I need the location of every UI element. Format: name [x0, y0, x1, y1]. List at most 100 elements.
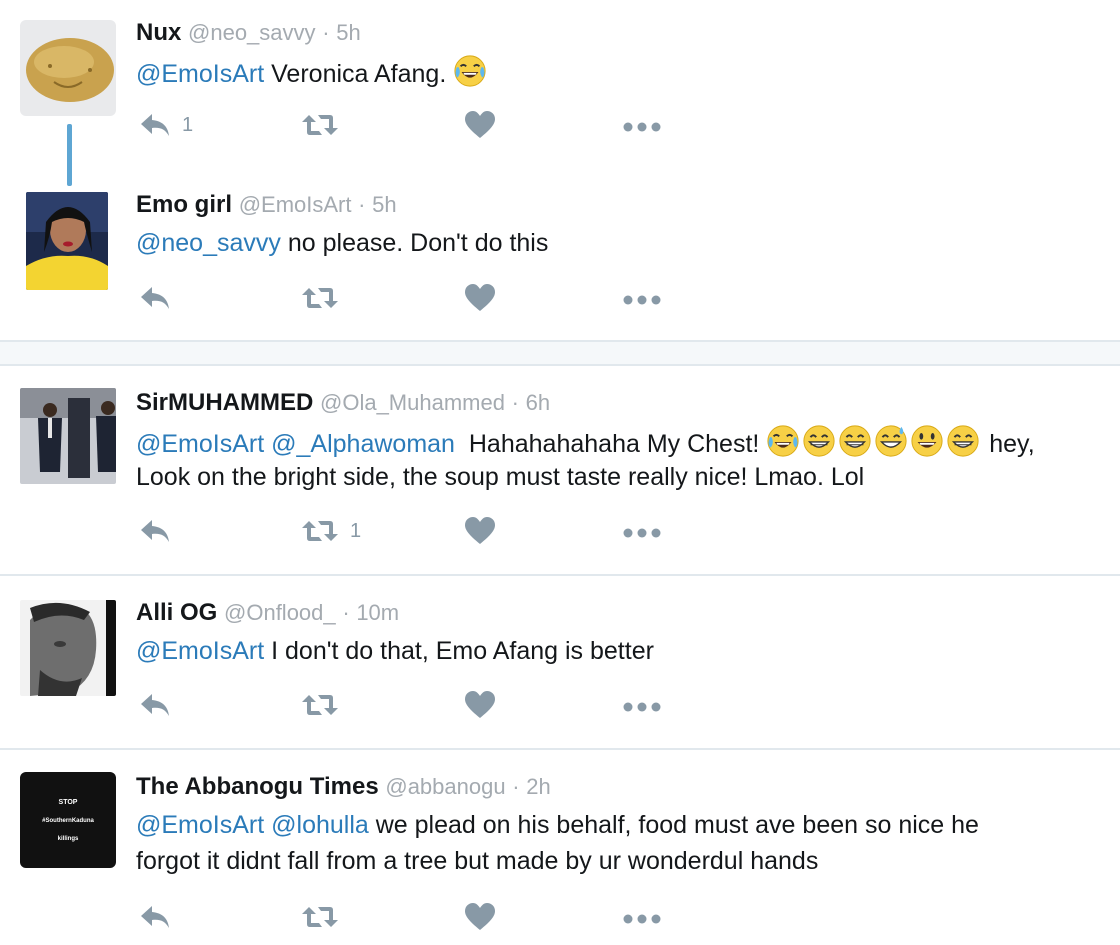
- avatar-woman[interactable]: [26, 192, 108, 290]
- tweet-body: I don't do that, Emo Afang is better: [271, 637, 654, 665]
- retweet-button[interactable]: 1: [300, 516, 361, 546]
- tweet-actions: [138, 690, 678, 726]
- tweet-body: we plead on his behalf, food must ave be…: [375, 811, 979, 839]
- handle[interactable]: @EmoIsArt: [239, 192, 352, 217]
- display-name[interactable]: The Abbanogu Times: [136, 773, 379, 800]
- face-with-tears-of-joy-icon: [453, 54, 487, 88]
- beaming-face-icon: [838, 424, 872, 458]
- reply-button[interactable]: [138, 283, 172, 313]
- tweet-actions: 1: [138, 110, 678, 146]
- more-button[interactable]: [622, 121, 662, 133]
- avatar-text: STOP: [58, 798, 78, 806]
- handle[interactable]: @neo_savvy: [188, 20, 316, 45]
- tweet-body: Veronica Afang.: [271, 60, 447, 88]
- mention-link[interactable]: @EmoIsArt: [136, 811, 264, 839]
- separator: ·: [511, 390, 519, 415]
- face-with-tears-of-joy-icon: [766, 424, 800, 458]
- tweet-body-tail: hey,: [989, 430, 1035, 458]
- thread-connector-line: [67, 124, 72, 186]
- display-name[interactable]: Nux: [136, 19, 181, 46]
- reply-icon: [138, 110, 172, 140]
- separator: ·: [342, 600, 350, 625]
- like-button[interactable]: [464, 902, 496, 932]
- grinning-face-with-smiling-eyes-icon: [802, 424, 836, 458]
- retweet-icon: [300, 283, 340, 313]
- more-button[interactable]: [622, 701, 662, 713]
- mention-link[interactable]: @_Alphawoman: [271, 430, 455, 458]
- heart-icon: [464, 516, 496, 546]
- separator: ·: [512, 774, 520, 799]
- reply-button[interactable]: [138, 690, 172, 720]
- more-button[interactable]: [622, 294, 662, 306]
- mention-link[interactable]: @EmoIsArt: [136, 430, 264, 458]
- timestamp[interactable]: 5h: [336, 20, 360, 45]
- avatar-text: #SouthernKaduna: [42, 817, 94, 824]
- heart-icon: [464, 110, 496, 140]
- avatar-text: killings: [57, 835, 79, 842]
- display-name[interactable]: Alli OG: [136, 599, 217, 626]
- tweet-text: @neo_savvy no please. Don't do this: [136, 226, 1120, 260]
- retweet-count: 1: [350, 519, 362, 542]
- tweet-body: no please. Don't do this: [287, 229, 549, 257]
- like-button[interactable]: [464, 283, 496, 313]
- heart-icon: [464, 283, 496, 313]
- reply-icon: [138, 516, 172, 546]
- tweet-actions: 1: [138, 516, 678, 552]
- tweet-text-line2: Look on the bright side, the soup must t…: [136, 463, 865, 491]
- avatar-men-in-suits[interactable]: [20, 388, 116, 484]
- more-button[interactable]: [622, 913, 662, 925]
- tweet-text-line2: forgot it didnt fall from a tree but mad…: [136, 847, 819, 875]
- more-dots-icon: [622, 294, 662, 306]
- timestamp[interactable]: 6h: [526, 390, 550, 415]
- more-dots-icon: [622, 121, 662, 133]
- tweet-divider: [0, 748, 1120, 750]
- retweet-button[interactable]: [300, 283, 340, 313]
- retweet-button[interactable]: [300, 690, 340, 720]
- heart-icon: [464, 902, 496, 932]
- handle[interactable]: @abbanogu: [385, 774, 505, 799]
- display-name[interactable]: SirMUHAMMED: [136, 389, 313, 416]
- reply-icon: [138, 283, 172, 313]
- more-dots-icon: [622, 527, 662, 539]
- grinning-face-with-smiling-eyes-icon: [946, 424, 980, 458]
- conversation-gap: [0, 340, 1120, 366]
- timestamp[interactable]: 5h: [372, 192, 396, 217]
- retweet-button[interactable]: [300, 110, 340, 140]
- tweet-text: @EmoIsArt I don't do that, Emo Afang is …: [136, 634, 1120, 668]
- more-dots-icon: [622, 701, 662, 713]
- like-button[interactable]: [464, 110, 496, 140]
- handle[interactable]: @Onflood_: [224, 600, 336, 625]
- tweet-actions: [138, 902, 678, 938]
- retweet-icon: [300, 516, 340, 546]
- retweet-button[interactable]: [300, 902, 340, 932]
- avatar-stop-badge[interactable]: STOP #SouthernKaduna killings: [20, 772, 116, 868]
- display-name[interactable]: Emo girl: [136, 191, 232, 218]
- avatar-potato[interactable]: [20, 20, 116, 116]
- heart-icon: [464, 690, 496, 720]
- tweet-actions: [138, 283, 678, 319]
- mention-link[interactable]: @EmoIsArt: [136, 637, 264, 665]
- like-button[interactable]: [464, 516, 496, 546]
- reply-icon: [138, 902, 172, 932]
- reply-button[interactable]: [138, 516, 172, 546]
- reply-count: 1: [182, 113, 194, 136]
- more-button[interactable]: [622, 527, 662, 539]
- mention-link[interactable]: @lohulla: [271, 811, 369, 839]
- tweet-text: @EmoIsArt @_Alphawoman Hahahahahaha My C…: [136, 424, 1120, 461]
- retweet-icon: [300, 690, 340, 720]
- tweet-text: @EmoIsArt Veronica Afang.: [136, 54, 1120, 91]
- mention-link[interactable]: @neo_savvy: [136, 229, 281, 257]
- avatar-man-profile[interactable]: [20, 600, 116, 696]
- timestamp[interactable]: 10m: [356, 600, 399, 625]
- tweet-text: @EmoIsArt @lohulla we plead on his behal…: [136, 808, 1120, 842]
- reply-button[interactable]: [138, 902, 172, 932]
- timestamp[interactable]: 2h: [526, 774, 550, 799]
- mention-link[interactable]: @EmoIsArt: [136, 60, 264, 88]
- separator: ·: [358, 192, 366, 217]
- reply-button[interactable]: 1: [138, 110, 193, 140]
- like-button[interactable]: [464, 690, 496, 720]
- handle[interactable]: @Ola_Muhammed: [320, 390, 505, 415]
- reply-icon: [138, 690, 172, 720]
- tweet-divider: [0, 574, 1120, 576]
- more-dots-icon: [622, 913, 662, 925]
